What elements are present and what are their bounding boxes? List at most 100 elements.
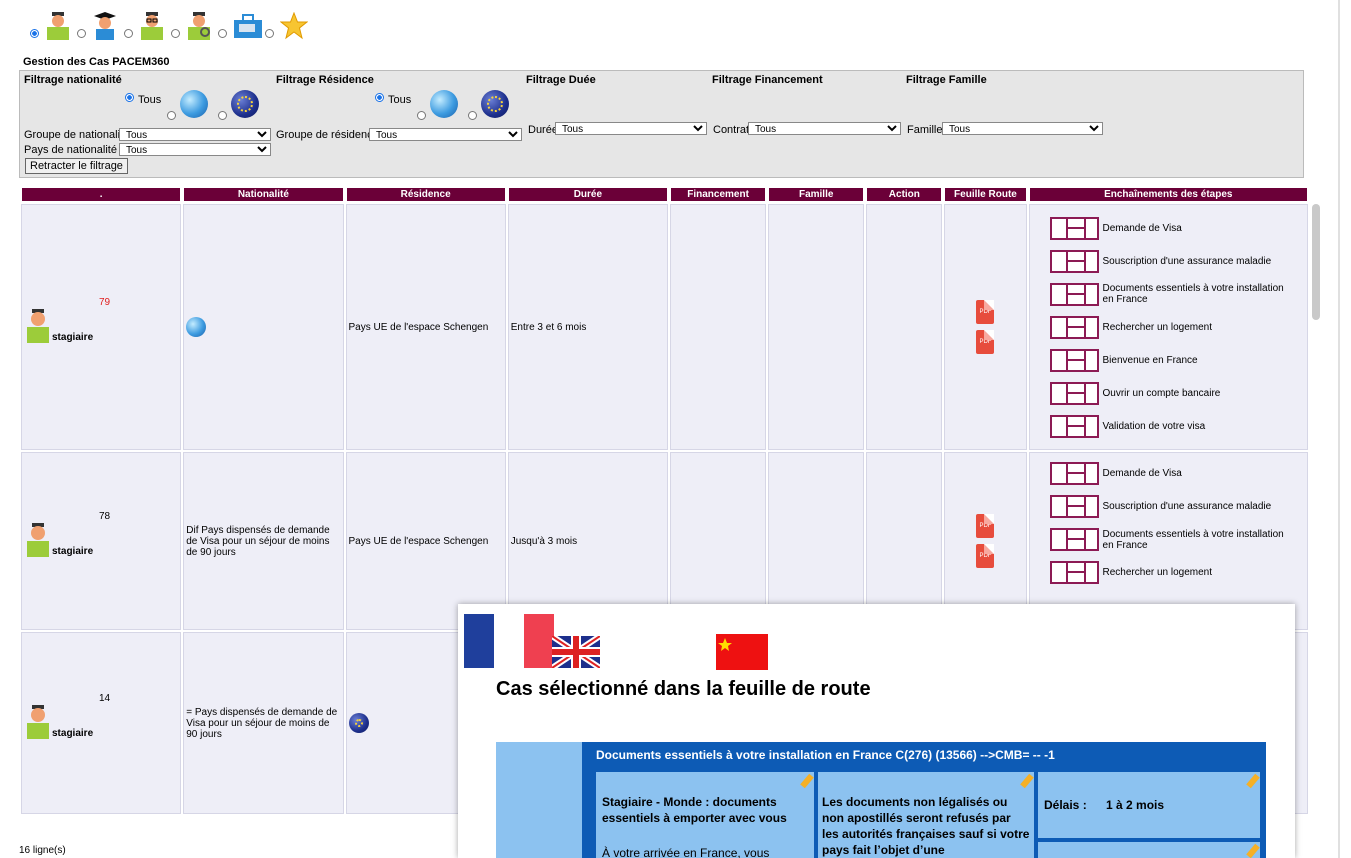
row-steps-cell: Demande de Visa Souscription d'une assur… — [1028, 204, 1308, 450]
row-id: 79 — [99, 297, 111, 308]
popup-title: Cas sélectionné dans la feuille de route — [496, 678, 871, 700]
edit-pencil-icon[interactable] — [1246, 843, 1260, 858]
step-item[interactable]: Souscription d'une assurance maladie — [1049, 245, 1305, 278]
step-item[interactable]: Bienvenue en France — [1049, 344, 1305, 377]
retract-filter-button[interactable]: Retracter le filtrage — [25, 158, 128, 174]
student-graduate-icon — [92, 12, 118, 40]
step-item[interactable]: Demande de Visa — [1049, 457, 1305, 490]
roadmap-step-icon — [1049, 348, 1099, 372]
card-text: À votre arrivée en France, vous — [602, 846, 770, 858]
profile-radio-chercheur[interactable] — [124, 29, 133, 38]
edit-pencil-icon[interactable] — [1020, 773, 1034, 789]
famille-select[interactable]: Tous — [942, 122, 1103, 135]
china-flag-icon[interactable] — [716, 634, 768, 670]
pays-nationalite-select[interactable]: Tous — [119, 143, 271, 156]
groupe-nationalite-select[interactable]: Tous — [119, 128, 271, 141]
row-id: 78 — [99, 511, 111, 522]
table-row[interactable]: 79 stagiaire Pays UE de l'espace Schenge… — [21, 204, 1308, 450]
filter-heading-financement: Filtrage Financement — [712, 74, 823, 86]
globe-icon — [430, 90, 458, 118]
stagiaire-avatar-icon — [27, 705, 49, 739]
col-header-duree[interactable]: Durée — [507, 187, 668, 202]
pdf-en-icon[interactable]: PDF — [976, 330, 995, 354]
company-briefcase-icon — [233, 12, 262, 40]
star-favorite-icon — [279, 11, 309, 40]
row-id-cell: 14 stagiaire — [21, 632, 182, 814]
nationalite-radio-monde[interactable] — [167, 111, 176, 120]
table-scrollbar[interactable] — [1312, 204, 1320, 320]
row-residence-cell: Pays UE de l'espace Schengen — [345, 204, 506, 450]
edit-pencil-icon[interactable] — [800, 773, 814, 789]
row-nationalite-cell: Dif Pays dispensés de demande de Visa po… — [183, 452, 344, 630]
stagiaire-avatar-icon — [27, 523, 49, 557]
roadmap-step-icon — [1049, 216, 1099, 240]
step-item[interactable]: Documents essentiels à votre installatio… — [1049, 523, 1305, 556]
pdf-fr-icon[interactable]: PDF — [976, 514, 995, 538]
roadmap-step-icon — [1049, 561, 1099, 584]
col-header-feuille-route[interactable]: Feuille Route — [944, 187, 1027, 202]
step-item[interactable]: Rechercher un logement — [1049, 311, 1305, 344]
info-card[interactable]: Stagiaire - Monde : documents essentiels… — [596, 772, 814, 858]
france-flag-icon[interactable] — [464, 614, 554, 668]
roadmap-step-icon — [1049, 528, 1099, 551]
row-role: stagiaire — [52, 728, 94, 739]
col-header-famille[interactable]: Famille — [768, 187, 865, 202]
profile-radio-etudiant[interactable] — [77, 29, 86, 38]
step-item[interactable]: Ouvrir un compte bancaire — [1049, 377, 1305, 410]
uk-flag-icon[interactable] — [552, 636, 600, 668]
pdf-fr-icon[interactable]: PDF — [976, 300, 995, 324]
card-title: Stagiaire - Monde : documents essentiels… — [602, 795, 787, 825]
groupe-residence-select[interactable]: Tous — [369, 128, 522, 141]
famille-label: Famille — [907, 124, 943, 136]
residence-radio-ue[interactable] — [468, 111, 477, 120]
step-item[interactable]: Rechercher un logement — [1049, 556, 1305, 589]
row-role: stagiaire — [52, 332, 94, 343]
info-card[interactable]: Les documents non légalisés ou non apost… — [818, 772, 1034, 858]
globe-icon — [180, 90, 208, 118]
delay-value: 1 à 2 mois — [1106, 798, 1165, 812]
row-nationalite-cell — [183, 204, 344, 450]
info-card[interactable] — [1038, 842, 1260, 858]
pdf-en-icon[interactable]: PDF — [976, 544, 995, 568]
step-item[interactable]: Validation de votre visa — [1049, 410, 1305, 443]
step-item[interactable]: Souscription d'une assurance maladie — [1049, 490, 1305, 523]
col-header-etapes[interactable]: Enchaînements des étapes — [1028, 187, 1308, 202]
eu-flag-icon — [348, 713, 369, 733]
eu-flag-icon — [231, 90, 259, 118]
row-id-cell: 78 stagiaire — [21, 452, 182, 630]
col-header-action[interactable]: Action — [866, 187, 943, 202]
contrat-select[interactable]: Tous — [748, 122, 901, 135]
col-header-financement[interactable]: Financement — [670, 187, 767, 202]
card-text: Les documents non légalisés ou non apost… — [822, 795, 1030, 857]
window-divider — [1338, 0, 1340, 858]
step-item[interactable]: Documents essentiels à votre installatio… — [1049, 278, 1305, 311]
profile-radio-favoris[interactable] — [265, 29, 274, 38]
col-header-residence[interactable]: Résidence — [345, 187, 506, 202]
duree-select[interactable]: Tous — [555, 122, 707, 135]
residence-radio-tous-label: Tous — [388, 94, 412, 106]
pays-nationalite-label: Pays de nationalité — [24, 144, 117, 156]
profile-radio-stagiaire[interactable] — [30, 29, 39, 38]
roadmap-side-panel — [496, 742, 582, 858]
col-header-nationalite[interactable]: Nationalité — [183, 187, 344, 202]
delay-card[interactable]: Délais : 1 à 2 mois — [1038, 772, 1260, 838]
filter-panel: Filtrage nationalité Filtrage Résidence … — [19, 70, 1304, 178]
profile-radio-entreprise[interactable] — [218, 29, 227, 38]
col-header-id[interactable]: . — [21, 187, 182, 202]
eu-flag-icon — [481, 90, 509, 118]
row-id-cell: 79 stagiaire — [21, 204, 182, 450]
residence-radio-monde[interactable] — [417, 111, 426, 120]
row-famille-cell — [768, 204, 865, 450]
stagiaire-avatar-icon — [45, 12, 71, 40]
step-item[interactable]: Demande de Visa — [1049, 212, 1305, 245]
filter-heading-residence: Filtrage Résidence — [276, 74, 374, 86]
row-nationalite-cell: = Pays dispensés de demande de Visa pour… — [183, 632, 344, 814]
profile-radio-salarie[interactable] — [171, 29, 180, 38]
residence-radio-tous[interactable] — [375, 93, 384, 102]
nationalite-radio-tous[interactable] — [125, 93, 134, 102]
nationalite-radio-ue[interactable] — [218, 111, 227, 120]
roadmap-step-icon — [1049, 462, 1099, 485]
edit-pencil-icon[interactable] — [1246, 773, 1260, 789]
profile-selector — [30, 6, 309, 40]
employee-search-icon — [186, 12, 212, 40]
